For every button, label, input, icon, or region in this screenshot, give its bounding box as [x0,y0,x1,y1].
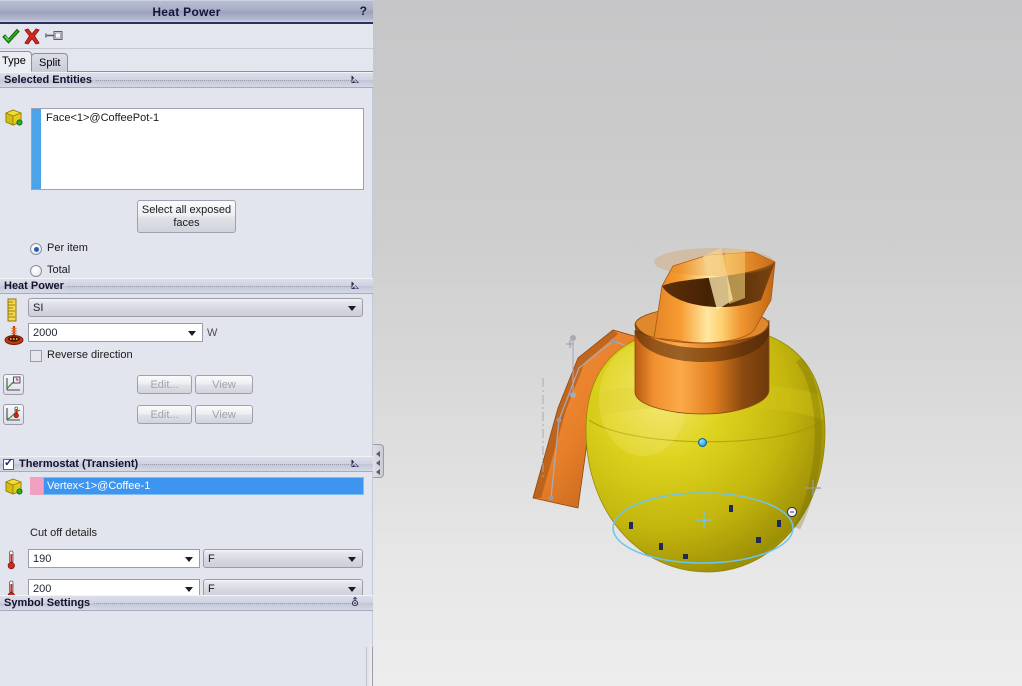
checkbox-indicator[interactable] [30,350,42,362]
section-title: Selected Entities [4,74,97,86]
thermometer-icon [6,550,17,574]
unit-system-select[interactable]: SI [28,298,363,317]
chevron-down-icon[interactable] [348,305,356,311]
heat-power-value-input[interactable]: 2000 [28,323,203,342]
chevron-down-icon[interactable] [185,556,193,562]
radio-indicator[interactable] [30,243,42,255]
chevron-up-icon[interactable]: ⛡ [351,73,359,88]
face-select-icon [4,108,23,127]
chevron-up-icon[interactable]: ⛡ [351,279,359,294]
chevron-down-icon[interactable] [348,586,356,592]
page-title: Heat Power [152,5,221,19]
edit-temperature-curve-button[interactable]: Edit... [137,405,192,424]
ruler-icon [5,298,19,325]
tab-type[interactable]: Type [0,51,32,72]
lower-bound-unit: F [208,553,215,565]
cut-off-details-label: Cut off details [30,527,98,539]
checkbox-label: Reverse direction [47,349,133,361]
section-body-thermostat: Vertex<1>@Coffee-1 Cut off details 190 F [0,472,373,600]
upper-bound-unit: F [208,583,215,595]
lower-bound-unit-select[interactable]: F [203,549,363,568]
selected-vertex-marker[interactable] [698,438,707,447]
view-time-curve-button[interactable]: View [195,375,253,394]
selection-value: Vertex<1>@Coffee-1 [47,480,151,492]
view-temperature-curve-button[interactable]: View [195,405,253,424]
upper-bound-value[interactable]: 200 [33,583,51,595]
radio-indicator[interactable] [30,265,42,277]
panel-tabstrip: Type Split [0,49,373,72]
panel-titlebar: Heat Power ? [0,0,373,24]
temperature-curve-icon[interactable] [3,404,24,425]
section-title: Symbol Settings [4,597,95,609]
selection-color-bar [30,477,44,495]
section-header-thermostat[interactable]: Thermostat (Transient) ⛡ [0,456,373,472]
section-body-symbol-settings [0,611,373,647]
thermostat-selection-field[interactable]: Vertex<1>@Coffee-1 [43,477,364,495]
radio-label: Per item [47,242,88,254]
section-body-heat-power: SI 2000 W Reverse direction Edit... View… [0,294,373,456]
heat-power-unit-label: W [207,327,218,339]
property-manager-panel: Heat Power ? Type Split Selected Entitie… [0,0,373,686]
chevron-down-icon[interactable]: ⛢ [351,596,359,611]
lower-bound-temperature-input[interactable]: 190 [28,549,200,568]
graphics-viewport[interactable]: Heat Power (SI): 2000 Upper bound temper… [373,0,1022,686]
lower-bound-value[interactable]: 190 [33,553,51,565]
chevron-down-icon[interactable] [188,330,196,336]
heat-power-value[interactable]: 2000 [33,327,57,339]
heat-source-icon [4,324,24,349]
radio-label: Total [47,264,71,276]
time-curve-icon[interactable] [3,374,24,395]
green-check-icon[interactable] [1,27,21,46]
section-header-selected-entities[interactable]: Selected Entities ⛡ [0,72,373,88]
coffee-pot-model[interactable] [373,0,1022,686]
selection-color-bar [32,109,41,189]
section-title: Heat Power [4,280,68,292]
section-body-selected-entities: Face<1>@CoffeePot-1 Select all exposed f… [0,88,373,278]
red-x-icon[interactable] [22,27,42,46]
pushpin-icon[interactable] [45,27,65,46]
panel-command-bar [0,24,373,49]
chevron-down-icon[interactable] [185,586,193,592]
thermostat-enable-checkbox[interactable] [3,456,14,470]
section-header-heat-power[interactable]: Heat Power ⛡ [0,278,373,294]
select-all-exposed-faces-button[interactable]: Select all exposed faces [137,200,236,233]
unit-system-value: SI [33,302,44,314]
section-header-symbol-settings[interactable]: Symbol Settings ⛢ [0,595,373,611]
vertex-select-icon [4,477,23,496]
help-button[interactable]: ? [360,4,367,18]
edit-time-curve-button[interactable]: Edit... [137,375,192,394]
application-window: Heat Power (SI): 2000 Upper bound temper… [0,0,1022,686]
panel-splitter-handle[interactable] [373,444,384,478]
tab-split[interactable]: Split [31,53,69,72]
list-item[interactable]: Face<1>@CoffeePot-1 [46,112,360,124]
chevron-down-icon[interactable] [348,556,356,562]
chevron-up-icon[interactable]: ⛡ [351,457,359,472]
selected-faces-list[interactable]: Face<1>@CoffeePot-1 [31,108,364,190]
section-title: Thermostat (Transient) [19,458,143,470]
